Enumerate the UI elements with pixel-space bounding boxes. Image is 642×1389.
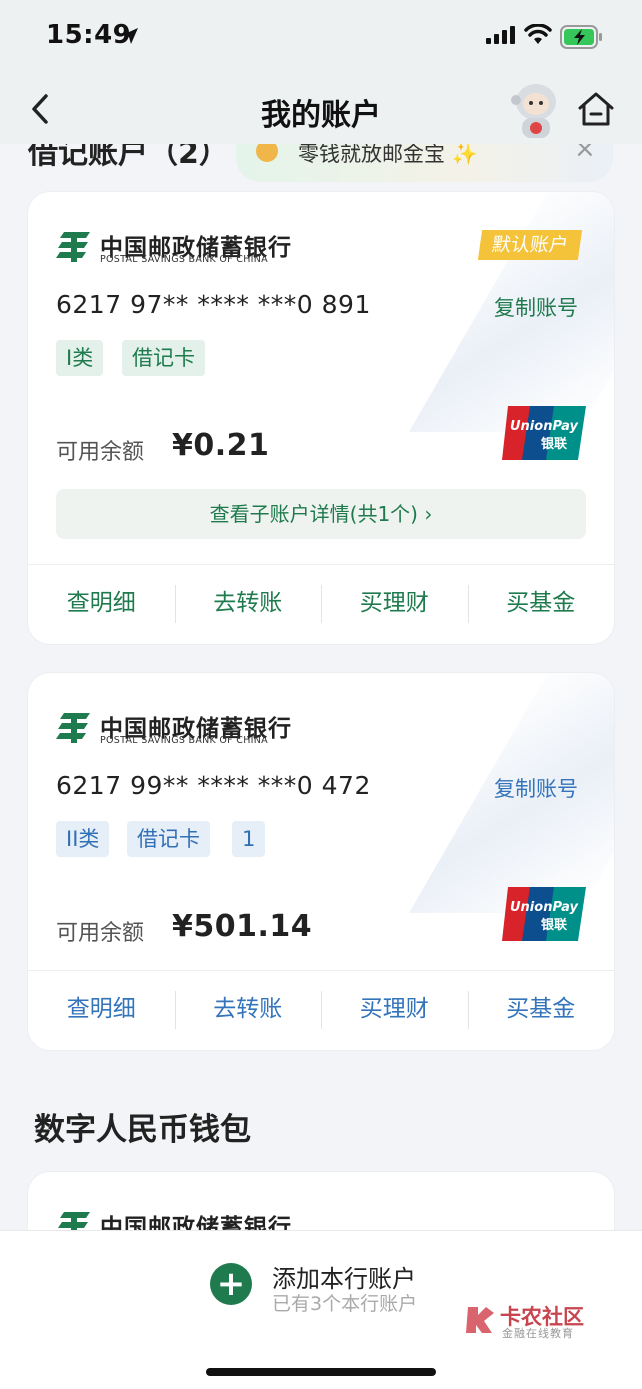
balance-value: ¥501.14 (172, 909, 313, 944)
tag-card-type: 借记卡 (127, 821, 210, 857)
buy-fund-button[interactable]: 买基金 (467, 565, 615, 644)
home-indicator[interactable] (206, 1368, 436, 1376)
bank-name-en: POSTAL SAVINGS BANK OF CHINA (100, 254, 268, 265)
unionpay-logo-icon: UnionPay 银联 (502, 887, 586, 941)
transfer-button[interactable]: 去转账 (174, 565, 322, 644)
copy-account-button[interactable]: 复制账号 (494, 292, 578, 322)
card-actions: 查明细 去转账 买理财 买基金 (28, 970, 614, 1050)
view-details-button[interactable]: 查明细 (28, 971, 175, 1050)
tag-count: 1 (232, 821, 266, 857)
svg-text:银联: 银联 (541, 917, 567, 933)
balance-value: ¥0.21 (172, 428, 270, 463)
account-number: 6217 99** **** ***0 472 (56, 771, 371, 800)
account-card-2[interactable]: 中国邮政储蓄银行 POSTAL SAVINGS BANK OF CHINA 62… (28, 673, 614, 1050)
add-account-bar[interactable]: + 添加本行账户 已有3个本行账户 卡农社区 金融在线教育 (0, 1230, 642, 1340)
view-details-button[interactable]: 查明细 (28, 565, 175, 644)
balance-label: 可用余额 (56, 921, 145, 946)
watermark-subtitle: 金融在线教育 (502, 1327, 574, 1340)
account-card-1[interactable]: 中国邮政储蓄银行 POSTAL SAVINGS BANK OF CHINA 默认… (28, 192, 614, 644)
bank-name-en: POSTAL SAVINGS BANK OF CHINA (100, 735, 268, 746)
add-icon[interactable]: + (210, 1263, 252, 1305)
account-number: 6217 97** **** ***0 891 (56, 290, 371, 319)
transfer-button[interactable]: 去转账 (174, 971, 322, 1050)
default-account-badge: 默认账户 (477, 230, 583, 260)
tag-class: I类 (56, 340, 104, 376)
bank-logo: 中国邮政储蓄银行 POSTAL SAVINGS BANK OF CHINA (56, 228, 291, 268)
nav-bar: 我的账户 (0, 72, 642, 144)
psbc-logo-icon (56, 232, 90, 262)
location-arrow-icon (122, 28, 138, 44)
cellular-signal-icon (486, 26, 515, 44)
mascot-avatar-icon[interactable] (506, 80, 564, 142)
bank-logo: 中国邮政储蓄银行 POSTAL SAVINGS BANK OF CHINA (56, 709, 291, 749)
battery-charging-icon (560, 25, 602, 49)
status-time: 15:49 (46, 20, 132, 50)
svg-text:UnionPay: UnionPay (510, 900, 579, 915)
digital-rmb-heading: 数字人民币钱包 (34, 1112, 251, 1148)
tag-class: II类 (56, 821, 110, 857)
status-bar: 15:49 (0, 0, 642, 72)
copy-account-button[interactable]: 复制账号 (494, 773, 578, 803)
existing-accounts-count: 已有3个本行账户 (272, 1293, 418, 1315)
tag-card-type: 借记卡 (122, 340, 205, 376)
psbc-logo-icon (56, 713, 90, 743)
buy-fund-button[interactable]: 买基金 (467, 971, 615, 1050)
balance-label: 可用余额 (56, 440, 145, 465)
svg-text:UnionPay: UnionPay (510, 419, 579, 434)
buy-wealth-button[interactable]: 买理财 (321, 971, 468, 1050)
kanong-logo-icon (466, 1307, 494, 1333)
card-actions: 查明细 去转账 买理财 买基金 (28, 564, 614, 644)
sub-account-details-button[interactable]: 查看子账户详情(共1个) › (56, 489, 586, 539)
buy-wealth-button[interactable]: 买理财 (321, 565, 468, 644)
svg-text:银联: 银联 (541, 436, 567, 452)
home-icon[interactable] (576, 90, 616, 128)
wifi-icon (524, 24, 552, 44)
watermark: 卡农社区 金融在线教育 (462, 1301, 592, 1341)
unionpay-logo-icon: UnionPay 银联 (502, 406, 586, 460)
bottom-safe-area (0, 1340, 642, 1389)
